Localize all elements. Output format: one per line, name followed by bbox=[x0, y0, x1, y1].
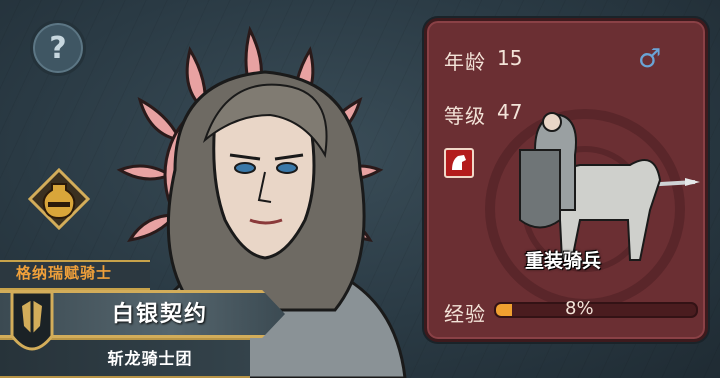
age-label: 年龄 bbox=[444, 50, 486, 74]
hero-detail-screen: ? 年龄 15 ♂ 等级 47 重装骑兵 经验 8% 格纳瑞赋骑士 白银契约 斩… bbox=[0, 0, 720, 378]
faction-shield-icon[interactable] bbox=[10, 286, 54, 364]
xp-value: 8% bbox=[565, 298, 594, 319]
hero-name: 白银契约 bbox=[111, 302, 208, 327]
potion-icon[interactable] bbox=[28, 168, 90, 230]
help-button[interactable]: ? bbox=[30, 20, 86, 76]
xp-label: 经验 bbox=[444, 302, 486, 326]
cavalry-icon[interactable] bbox=[444, 148, 474, 178]
xp-progress-bar bbox=[494, 302, 698, 318]
hero-order: 格纳瑞赋骑士 bbox=[16, 264, 113, 282]
horse-head-icon bbox=[452, 155, 466, 170]
unit-type-name: 重装骑兵 bbox=[524, 250, 601, 272]
age-value: 15 bbox=[497, 46, 523, 70]
male-icon: ♂ bbox=[638, 44, 662, 74]
hero-faction: 斩龙骑士团 bbox=[107, 349, 193, 368]
question-icon: ? bbox=[49, 30, 67, 66]
xp-progress-fill bbox=[496, 304, 512, 316]
